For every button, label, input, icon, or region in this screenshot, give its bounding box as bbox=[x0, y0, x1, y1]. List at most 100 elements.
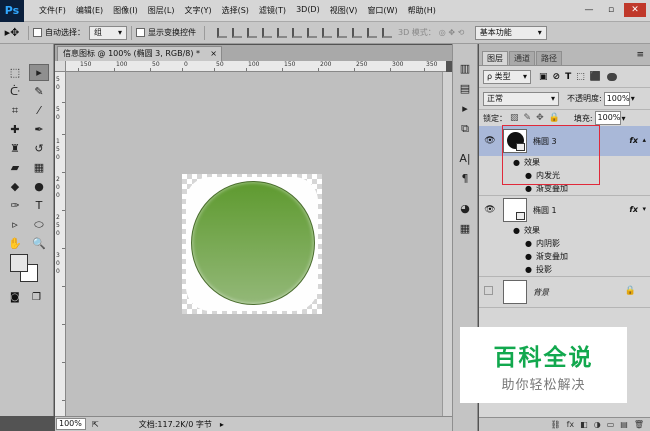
horizontal-ruler[interactable]: 150 100 50 0 50 100 150 200 250 300 350 bbox=[66, 61, 446, 72]
move-tool-preset-icon[interactable]: ▸✥ bbox=[0, 26, 24, 39]
auto-select-checkbox[interactable] bbox=[33, 28, 42, 37]
document-tab[interactable]: 信息图标 @ 100% (椭圆 3, RGB/8) * × bbox=[57, 46, 222, 61]
screen-mode-icon[interactable]: ❐ bbox=[32, 292, 41, 303]
zoom-input[interactable]: 100% bbox=[56, 418, 86, 430]
maximize-button[interactable]: ▫ bbox=[602, 3, 620, 17]
eye-icon[interactable]: ● bbox=[513, 226, 520, 235]
distribute-bottom-icon[interactable] bbox=[337, 27, 347, 38]
lasso-tool-icon[interactable]: ᑤ bbox=[5, 83, 25, 100]
new-layer-icon[interactable]: ▤ bbox=[620, 420, 628, 429]
distribute-center-icon[interactable] bbox=[367, 27, 377, 38]
ellipse-tool-icon[interactable]: ⬭ bbox=[29, 216, 49, 233]
menu-view[interactable]: 视图(V) bbox=[325, 5, 363, 16]
eye-icon[interactable]: ● bbox=[525, 252, 532, 261]
menu-help[interactable]: 帮助(H) bbox=[403, 5, 441, 16]
clone-source-panel-icon[interactable]: ⧉ bbox=[456, 122, 474, 138]
properties-panel-icon[interactable]: ▤ bbox=[456, 82, 474, 98]
hand-tool-icon[interactable]: ✋ bbox=[5, 235, 25, 252]
menu-select[interactable]: 选择(S) bbox=[217, 5, 254, 16]
add-mask-icon[interactable]: ◧ bbox=[580, 420, 588, 429]
ruler-origin[interactable] bbox=[55, 61, 66, 72]
adjustment-layer-icon[interactable]: ◑ bbox=[594, 420, 601, 429]
blur-tool-icon[interactable]: ◆ bbox=[5, 178, 25, 195]
menu-filter[interactable]: 滤镜(T) bbox=[254, 5, 291, 16]
quick-select-tool-icon[interactable]: ✎ bbox=[29, 83, 49, 100]
history-panel-icon[interactable]: ▥ bbox=[456, 62, 474, 78]
collapse-arrow-icon[interactable]: ▴ bbox=[642, 136, 646, 144]
foreground-color-swatch[interactable] bbox=[10, 254, 28, 272]
align-middle-icon[interactable] bbox=[232, 27, 242, 38]
blend-mode-dropdown[interactable]: 正常 ▾ bbox=[483, 91, 559, 106]
align-top-icon[interactable] bbox=[217, 27, 227, 38]
eye-icon[interactable]: ● bbox=[525, 265, 532, 274]
crop-tool-icon[interactable]: ⌗ bbox=[5, 102, 25, 119]
close-icon[interactable]: × bbox=[210, 47, 217, 61]
menu-edit[interactable]: 编辑(E) bbox=[71, 5, 108, 16]
move-tool-icon[interactable]: ▸ bbox=[29, 64, 49, 81]
layer-background[interactable]: 背景 🔒 bbox=[479, 277, 650, 307]
type-filter-icon[interactable]: T bbox=[565, 72, 571, 82]
distribute-top-icon[interactable] bbox=[307, 27, 317, 38]
tab-channels[interactable]: 通道 bbox=[509, 51, 535, 65]
close-button[interactable]: ✕ bbox=[624, 3, 646, 17]
character-panel-icon[interactable]: A| bbox=[456, 152, 474, 168]
eye-icon[interactable]: 👁 bbox=[484, 205, 496, 215]
pen-tool-icon[interactable]: ✑ bbox=[5, 197, 25, 214]
lock-position-icon[interactable]: ✥ bbox=[536, 113, 544, 123]
menu-image[interactable]: 图像(I) bbox=[108, 5, 143, 16]
menu-layer[interactable]: 图层(L) bbox=[143, 5, 180, 16]
healing-brush-tool-icon[interactable]: ✚ bbox=[5, 121, 25, 138]
align-left-icon[interactable] bbox=[262, 27, 272, 38]
new-group-icon[interactable]: ▭ bbox=[607, 420, 615, 429]
smart-object-filter-icon[interactable]: ⬛ bbox=[590, 72, 601, 82]
dodge-tool-icon[interactable]: ● bbox=[29, 178, 49, 195]
lock-image-icon[interactable]: ✎ bbox=[524, 113, 532, 123]
effect-gradient-overlay[interactable]: ● 渐变叠加 bbox=[525, 250, 568, 263]
link-layers-icon[interactable]: ⛓ bbox=[550, 420, 560, 429]
tab-layers[interactable]: 图层 bbox=[482, 51, 508, 65]
lock-all-icon[interactable]: 🔒 bbox=[549, 113, 560, 123]
status-share-icon[interactable]: ⇱ bbox=[92, 420, 99, 429]
menu-3d[interactable]: 3D(D) bbox=[291, 5, 325, 16]
eye-icon[interactable]: ● bbox=[525, 239, 532, 248]
clone-stamp-tool-icon[interactable]: ♜ bbox=[5, 140, 25, 157]
paragraph-panel-icon[interactable]: ¶ bbox=[456, 172, 474, 188]
auto-select-dropdown[interactable]: 组 ▾ bbox=[89, 25, 127, 40]
adjustment-filter-icon[interactable]: ⊘ bbox=[553, 72, 561, 82]
type-tool-icon[interactable]: T bbox=[29, 197, 49, 214]
align-bottom-icon[interactable] bbox=[247, 27, 257, 38]
status-menu-arrow-icon[interactable]: ▸ bbox=[220, 420, 224, 429]
canvas-area[interactable] bbox=[66, 72, 442, 416]
effect-drop-shadow[interactable]: ● 投影 bbox=[525, 263, 552, 276]
lock-transparent-icon[interactable]: ▨ bbox=[510, 113, 519, 123]
distribute-right-icon[interactable] bbox=[382, 27, 392, 38]
filter-kind-dropdown[interactable]: ρ 类型 ▾ bbox=[483, 69, 531, 84]
gradient-tool-icon[interactable]: ▦ bbox=[29, 159, 49, 176]
add-style-icon[interactable]: fx bbox=[567, 420, 575, 429]
eye-icon[interactable]: ● bbox=[525, 184, 532, 193]
align-center-icon[interactable] bbox=[277, 27, 287, 38]
grid-panel-icon[interactable]: ▦ bbox=[456, 222, 474, 238]
menu-type[interactable]: 文字(Y) bbox=[179, 5, 216, 16]
tab-paths[interactable]: 路径 bbox=[536, 51, 562, 65]
collapse-arrow-icon[interactable]: ▾ bbox=[642, 205, 646, 213]
menu-file[interactable]: 文件(F) bbox=[34, 5, 71, 16]
show-transform-checkbox[interactable] bbox=[136, 28, 145, 37]
vertical-ruler[interactable]: 5 0 5 0 1 5 0 2 0 0 2 5 0 3 0 0 bbox=[55, 72, 66, 416]
eye-icon[interactable]: 👁 bbox=[484, 136, 496, 146]
distribute-left-icon[interactable] bbox=[352, 27, 362, 38]
minimize-button[interactable]: — bbox=[580, 3, 598, 17]
3d-mode-icons[interactable]: ◎ ✥ ⟲ bbox=[439, 28, 469, 37]
path-select-tool-icon[interactable]: ▹ bbox=[5, 216, 25, 233]
fx-icon[interactable]: fx bbox=[629, 205, 638, 214]
zoom-tool-icon[interactable]: 🔍 bbox=[29, 235, 49, 252]
swatches-panel-icon[interactable]: ◕ bbox=[456, 202, 474, 218]
workspace-dropdown[interactable]: 基本功能 ▾ bbox=[474, 25, 547, 40]
trash-icon[interactable]: 🗑 bbox=[634, 420, 644, 429]
eraser-tool-icon[interactable]: ▰ bbox=[5, 159, 25, 176]
quick-mask-icon[interactable]: ◙ bbox=[10, 292, 20, 303]
effect-inner-shadow[interactable]: ● 内阴影 bbox=[525, 237, 560, 250]
menu-window[interactable]: 窗口(W) bbox=[362, 5, 402, 16]
filter-toggle[interactable] bbox=[606, 72, 617, 81]
panel-menu-icon[interactable]: ≡ bbox=[636, 50, 644, 60]
